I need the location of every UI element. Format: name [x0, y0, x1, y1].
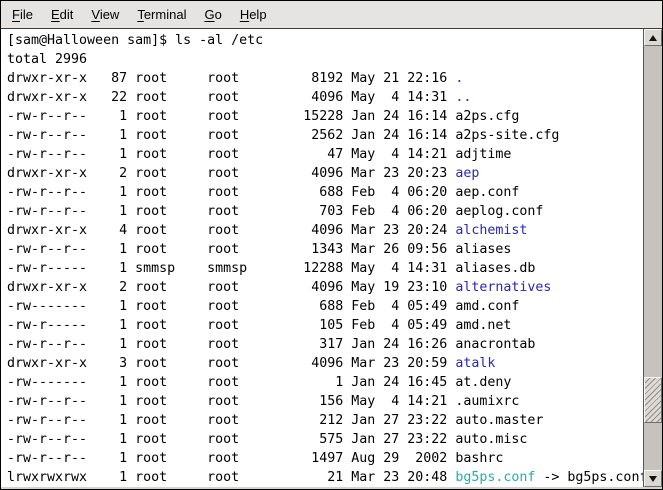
listing-row: -rw-r--r-- 1 root root 2562 Jan 24 16:14… — [7, 126, 643, 145]
listing-row: -rw-r--r-- 1 root root 156 May 4 14:21 .… — [7, 392, 643, 411]
listing-row: -rw-r--r-- 1 root root 1497 Aug 29 2002 … — [7, 449, 643, 468]
window-bottom-strip — [1, 487, 662, 489]
total-line: total 2996 — [7, 50, 643, 69]
file-name: aep.conf — [455, 185, 519, 200]
file-name: amd.conf — [455, 299, 519, 314]
directory-name: alternatives — [455, 280, 551, 295]
directory-name: aep — [455, 166, 479, 181]
triangle-down-icon — [649, 476, 657, 482]
file-name: aliases.db — [455, 261, 535, 276]
listing-row: -rw-r----- 1 smmsp smmsp 12288 May 4 14:… — [7, 259, 643, 278]
menu-item-edit[interactable]: Edit — [42, 2, 82, 27]
scrollbar-thumb[interactable] — [644, 377, 662, 423]
file-name: a2ps-site.cfg — [455, 128, 559, 143]
file-name: bashrc — [455, 451, 503, 466]
listing-row: -rw-r--r-- 1 root root 1343 Mar 26 09:56… — [7, 240, 643, 259]
terminal-content: [sam@Halloween sam]$ ls -al /etctotal 29… — [1, 29, 662, 487]
listing-row: -rw-r--r-- 1 root root 575 Jan 27 23:22 … — [7, 430, 643, 449]
scrollbar-trough[interactable] — [644, 46, 662, 470]
menu-item-help[interactable]: Help — [231, 2, 276, 27]
listing-row: drwxr-xr-x 3 root root 4096 Mar 23 20:59… — [7, 354, 643, 373]
listing-row: lrwxrwxrwx 1 root root 21 Mar 23 20:48 b… — [7, 468, 643, 487]
menu-item-file[interactable]: File — [3, 2, 42, 27]
file-name: a2ps.cfg — [455, 109, 519, 124]
listing-row: -rw-r----- 1 root root 105 Feb 4 05:49 a… — [7, 316, 643, 335]
terminal-screen[interactable]: [sam@Halloween sam]$ ls -al /etctotal 29… — [1, 29, 643, 487]
terminal-window: FileEditViewTerminalGoHelp [sam@Hallowee… — [0, 0, 663, 490]
listing-row: -rw-r--r-- 1 root root 212 Jan 27 23:22 … — [7, 411, 643, 430]
triangle-up-icon — [649, 35, 657, 41]
file-name: auto.master — [455, 413, 543, 428]
listing-row: drwxr-xr-x 4 root root 4096 Mar 23 20:24… — [7, 221, 643, 240]
listing-row: drwxr-xr-x 87 root root 8192 May 21 22:1… — [7, 69, 643, 88]
listing-row: drwxr-xr-x 22 root root 4096 May 4 14:31… — [7, 88, 643, 107]
file-name: auto.misc — [455, 432, 527, 447]
file-name: .aumixrc — [455, 394, 519, 409]
listing-row: drwxr-xr-x 2 root root 4096 May 19 23:10… — [7, 278, 643, 297]
listing-row: -rw-r--r-- 1 root root 688 Feb 4 06:20 a… — [7, 183, 643, 202]
file-name: aeplog.conf — [455, 204, 543, 219]
listing-row: -rw------- 1 root root 688 Feb 4 05:49 a… — [7, 297, 643, 316]
file-name: adjtime — [455, 147, 511, 162]
scroll-up-button[interactable] — [644, 29, 662, 46]
directory-name: . — [455, 71, 463, 86]
listing-row: -rw-r--r-- 1 root root 317 Jan 24 16:26 … — [7, 335, 643, 354]
symlink-name: bg5ps.conf — [455, 470, 535, 485]
directory-name: .. — [455, 90, 471, 105]
file-name: aliases — [455, 242, 511, 257]
directory-name: alchemist — [455, 223, 527, 238]
listing-row: drwxr-xr-x 2 root root 4096 Mar 23 20:23… — [7, 164, 643, 183]
listing-row: -rw-r--r-- 1 root root 47 May 4 14:21 ad… — [7, 145, 643, 164]
menu-item-view[interactable]: View — [82, 2, 128, 27]
listing-row: -rw------- 1 root root 1 Jan 24 16:45 at… — [7, 373, 643, 392]
menu-item-terminal[interactable]: Terminal — [128, 2, 195, 27]
scroll-down-button[interactable] — [644, 470, 662, 487]
listing-row: -rw-r--r-- 1 root root 703 Feb 4 06:20 a… — [7, 202, 643, 221]
menu-bar: FileEditViewTerminalGoHelp — [1, 1, 662, 29]
listing-row: -rw-r--r-- 1 root root 15228 Jan 24 16:1… — [7, 107, 643, 126]
file-name: at.deny — [455, 375, 511, 390]
file-name: anacrontab — [455, 337, 535, 352]
file-name: amd.net — [455, 318, 511, 333]
prompt-line: [sam@Halloween sam]$ ls -al /etc — [7, 31, 643, 50]
directory-name: atalk — [455, 356, 495, 371]
menu-item-go[interactable]: Go — [195, 2, 230, 27]
scrollbar[interactable] — [643, 29, 662, 487]
